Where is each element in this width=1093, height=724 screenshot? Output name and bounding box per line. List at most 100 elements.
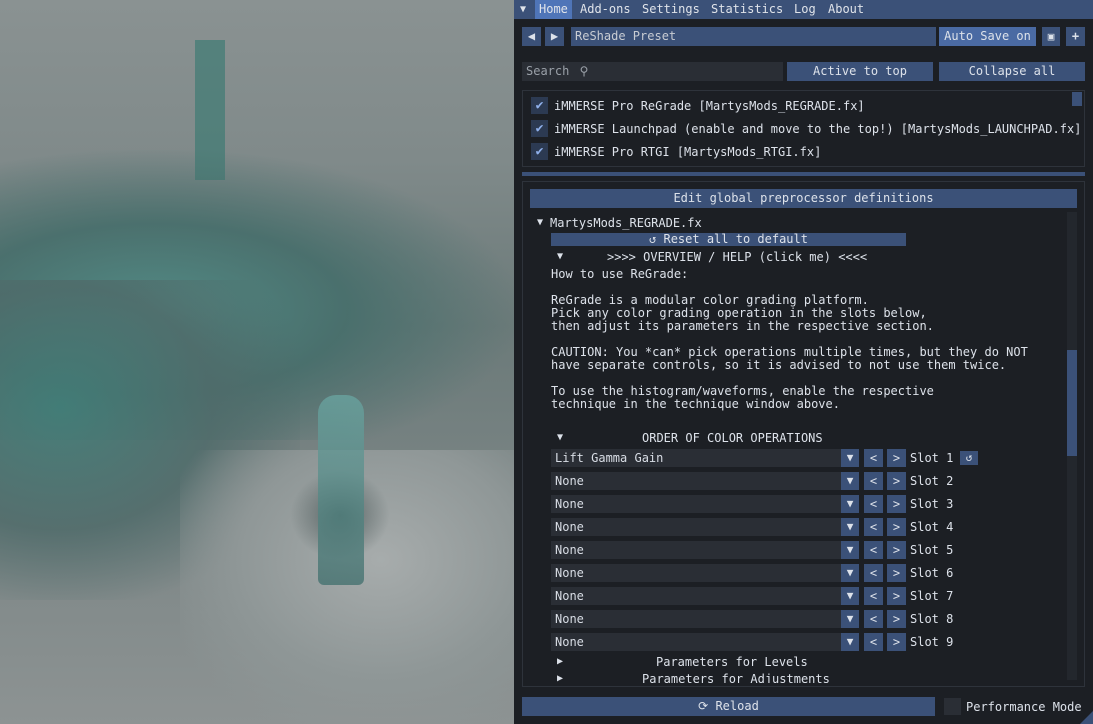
dropdown-arrow-icon[interactable]: ▼	[841, 633, 859, 651]
slot-combo[interactable]: None	[551, 541, 841, 559]
order-section-header[interactable]: ORDER OF COLOR OPERATIONS	[642, 432, 823, 445]
slot-label: Slot 4	[910, 520, 954, 534]
param-section-header[interactable]: Parameters for Levels	[656, 656, 808, 669]
technique-label[interactable]: iMMERSE Launchpad (enable and move to th…	[554, 123, 1081, 136]
menu-bar: ▼ Home Add-ons Settings Statistics Log A…	[514, 0, 1093, 19]
menu-settings[interactable]: Settings	[638, 0, 704, 19]
settings-scrollbar-thumb[interactable]	[1067, 350, 1077, 456]
technique-checkbox[interactable]: ✔	[531, 143, 548, 160]
slot-combo[interactable]: None	[551, 587, 841, 605]
technique-label[interactable]: iMMERSE Pro ReGrade [MartysMods_REGRADE.…	[554, 100, 865, 113]
help-line: How to use ReGrade:	[551, 267, 689, 281]
dropdown-arrow-icon[interactable]: ▼	[841, 610, 859, 628]
menu-log[interactable]: Log	[790, 0, 820, 19]
slot-label: Slot 1	[910, 451, 954, 465]
previous-preset-button[interactable]: ◀	[522, 27, 541, 46]
reshade-overlay: ▼ Home Add-ons Settings Statistics Log A…	[514, 0, 1093, 724]
splitter-bar[interactable]	[522, 172, 1085, 176]
slot-combo[interactable]: None	[551, 564, 841, 582]
slot-label: Slot 5	[910, 543, 954, 557]
dropdown-arrow-icon[interactable]: ▼	[841, 564, 859, 582]
move-slot-right-button[interactable]: >	[887, 449, 906, 467]
checkmark-icon: ✔	[535, 98, 544, 113]
save-preset-button[interactable]: ▣	[1042, 27, 1060, 46]
checkmark-icon: ✔	[535, 144, 544, 159]
dropdown-arrow-icon[interactable]: ▼	[841, 541, 859, 559]
help-line: then adjust its parameters in the respec…	[551, 319, 934, 333]
menu-about[interactable]: About	[824, 0, 868, 19]
dropdown-arrow-icon[interactable]: ▼	[841, 449, 859, 467]
slot-combo[interactable]: None	[551, 610, 841, 628]
game-viewport	[0, 0, 514, 724]
move-slot-right-button[interactable]: >	[887, 541, 906, 559]
technique-checkbox[interactable]: ✔	[531, 120, 548, 137]
slot-label: Slot 6	[910, 566, 954, 580]
collapse-arrow-icon[interactable]: ▼	[557, 432, 563, 443]
search-input[interactable]: Search ⚲	[522, 62, 783, 81]
auto-save-button[interactable]: Auto Save on	[939, 27, 1036, 46]
move-slot-right-button[interactable]: >	[887, 472, 906, 490]
window-menu-icon[interactable]: ▼	[516, 0, 530, 19]
add-preset-button[interactable]: +	[1066, 27, 1085, 46]
preset-name-field[interactable]: ReShade Preset	[571, 27, 936, 46]
reload-label: Reload	[715, 699, 759, 713]
reset-all-button[interactable]: ↺ Reset all to default	[551, 233, 906, 246]
slot-combo[interactable]: None	[551, 633, 841, 651]
expand-arrow-icon[interactable]: ▶	[557, 673, 563, 683]
reload-icon: ⟳	[698, 699, 716, 713]
param-section-header[interactable]: Parameters for Adjustments	[642, 673, 830, 684]
expand-arrow-icon[interactable]: ▶	[557, 656, 563, 667]
move-slot-left-button[interactable]: <	[864, 564, 883, 582]
dropdown-arrow-icon[interactable]: ▼	[841, 587, 859, 605]
collapse-arrow-icon[interactable]: ▼	[537, 217, 543, 228]
technique-label[interactable]: iMMERSE Pro RTGI [MartysMods_RTGI.fx]	[554, 146, 821, 159]
reset-all-label: Reset all to default	[663, 232, 808, 246]
menu-statistics[interactable]: Statistics	[707, 0, 787, 19]
move-slot-right-button[interactable]: >	[887, 495, 906, 513]
checkmark-icon: ✔	[535, 121, 544, 136]
move-slot-left-button[interactable]: <	[864, 518, 883, 536]
menu-home[interactable]: Home	[535, 0, 572, 19]
move-slot-left-button[interactable]: <	[864, 610, 883, 628]
global-preprocessor-button[interactable]: Edit global preprocessor definitions	[530, 189, 1077, 208]
slot-label: Slot 8	[910, 612, 954, 626]
move-slot-right-button[interactable]: >	[887, 610, 906, 628]
help-line: have separate controls, so it is advised…	[551, 358, 1007, 372]
move-slot-left-button[interactable]: <	[864, 449, 883, 467]
resize-grip-icon[interactable]	[1080, 711, 1093, 724]
move-slot-left-button[interactable]: <	[864, 495, 883, 513]
collapse-all-button[interactable]: Collapse all	[939, 62, 1085, 81]
reset-icon: ↺	[649, 232, 664, 246]
effect-file-header[interactable]: MartysMods_REGRADE.fx	[550, 217, 702, 230]
slot-label: Slot 3	[910, 497, 954, 511]
dropdown-arrow-icon[interactable]: ▼	[841, 472, 859, 490]
settings-scrollbar-track[interactable]	[1067, 212, 1077, 680]
move-slot-right-button[interactable]: >	[887, 633, 906, 651]
slot-combo[interactable]: None	[551, 518, 841, 536]
reset-slot-button[interactable]: ↺	[960, 451, 978, 465]
slot-combo[interactable]: None	[551, 472, 841, 490]
move-slot-right-button[interactable]: >	[887, 564, 906, 582]
slot-combo[interactable]: None	[551, 495, 841, 513]
performance-mode-checkbox[interactable]	[944, 698, 961, 715]
next-preset-button[interactable]: ▶	[545, 27, 564, 46]
slot-combo[interactable]: Lift Gamma Gain	[551, 449, 841, 467]
reload-button[interactable]: ⟳ Reload	[522, 697, 935, 716]
move-slot-left-button[interactable]: <	[864, 541, 883, 559]
move-slot-right-button[interactable]: >	[887, 587, 906, 605]
dropdown-arrow-icon[interactable]: ▼	[841, 518, 859, 536]
technique-checkbox[interactable]: ✔	[531, 97, 548, 114]
dropdown-arrow-icon[interactable]: ▼	[841, 495, 859, 513]
technique-list-scrollbar[interactable]	[1072, 92, 1082, 106]
move-slot-left-button[interactable]: <	[864, 472, 883, 490]
slot-label: Slot 7	[910, 589, 954, 603]
menu-add-ons[interactable]: Add-ons	[576, 0, 635, 19]
triangle-left-icon: ◀	[527, 29, 536, 43]
move-slot-left-button[interactable]: <	[864, 587, 883, 605]
performance-mode-label: Performance Mode	[966, 700, 1082, 714]
collapse-arrow-icon[interactable]: ▼	[557, 251, 563, 262]
move-slot-right-button[interactable]: >	[887, 518, 906, 536]
active-to-top-button[interactable]: Active to top	[787, 62, 933, 81]
move-slot-left-button[interactable]: <	[864, 633, 883, 651]
help-section-header[interactable]: >>>> OVERVIEW / HELP (click me) <<<<	[607, 251, 867, 264]
